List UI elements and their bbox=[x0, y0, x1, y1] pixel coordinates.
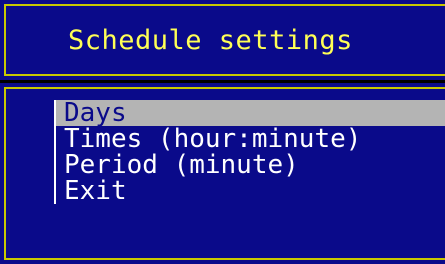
menu-item-period[interactable]: Period (minute) bbox=[56, 152, 445, 178]
menu-item-days[interactable]: Days bbox=[56, 100, 445, 126]
title-panel: Schedule settings bbox=[0, 0, 445, 80]
menu-item-times[interactable]: Times (hour:minute) bbox=[56, 126, 445, 152]
menu-list: Days Times (hour:minute) Period (minute)… bbox=[54, 100, 445, 204]
dialog-title: Schedule settings bbox=[68, 25, 353, 56]
menu-panel: Days Times (hour:minute) Period (minute)… bbox=[0, 83, 445, 264]
screen: Schedule settings Days Times (hour:minut… bbox=[0, 0, 445, 264]
menu-item-exit[interactable]: Exit bbox=[56, 178, 445, 204]
